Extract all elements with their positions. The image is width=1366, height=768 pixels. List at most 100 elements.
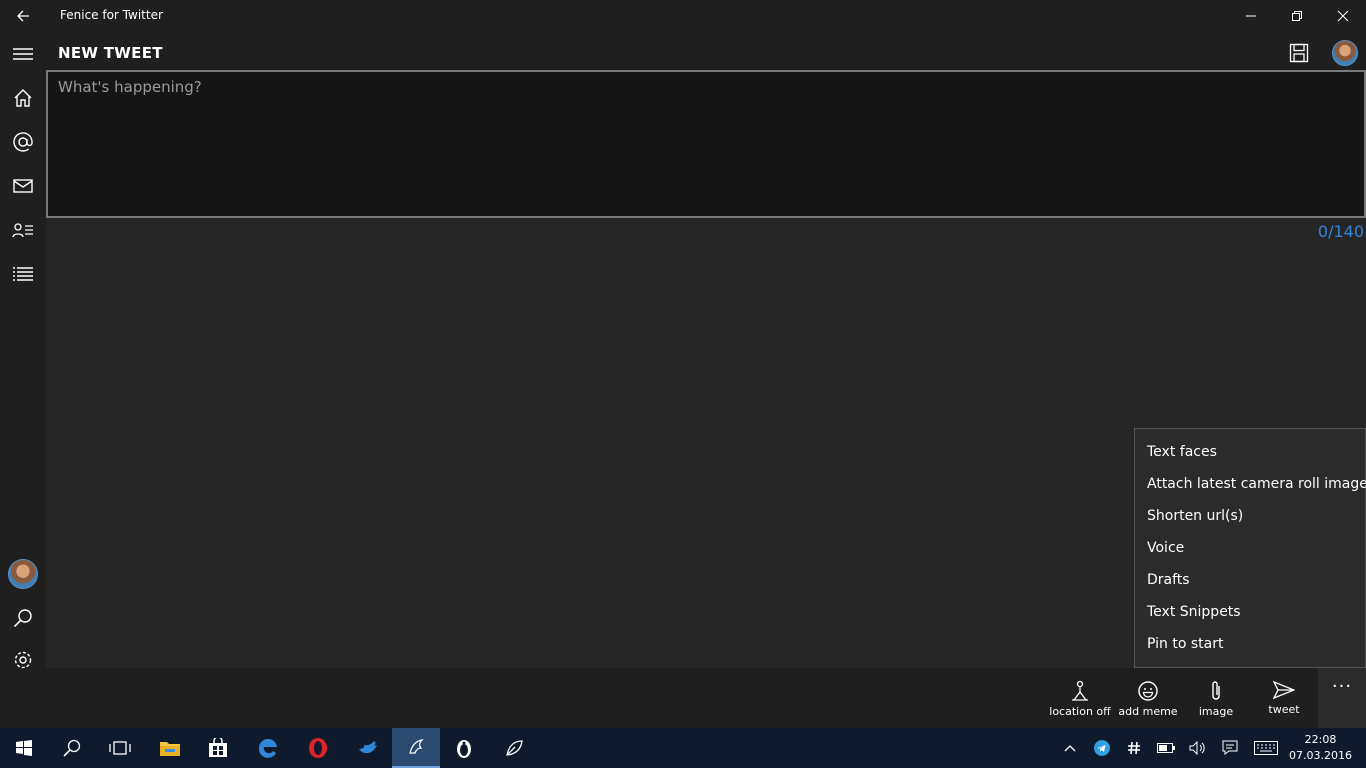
tray-slack[interactable] — [1118, 728, 1150, 768]
minimize-icon — [1246, 15, 1256, 17]
tweet-compose-box — [46, 70, 1366, 218]
menu-item-voice[interactable]: Voice — [1135, 531, 1365, 563]
task-view-button[interactable] — [96, 728, 144, 768]
sidebar-item-followers[interactable] — [0, 208, 46, 252]
restore-icon — [1292, 11, 1302, 21]
home-icon — [14, 89, 32, 107]
add-meme-label: add meme — [1118, 705, 1178, 718]
menu-item-text-faces[interactable]: Text faces — [1135, 435, 1365, 467]
hash-icon — [1128, 741, 1140, 755]
search-icon — [13, 609, 32, 628]
tray-volume[interactable] — [1182, 728, 1214, 768]
menu-item-pin-to-start[interactable]: Pin to start — [1135, 627, 1365, 659]
back-button[interactable] — [0, 0, 46, 32]
windows-taskbar: 22:08 07.03.2016 — [0, 728, 1366, 768]
taskbar-twitter-client[interactable] — [344, 728, 392, 768]
overflow-menu: Text faces Attach latest camera roll ima… — [1134, 428, 1366, 668]
battery-icon — [1157, 743, 1175, 753]
clock-date: 07.03.2016 — [1289, 749, 1352, 762]
send-icon — [1273, 680, 1295, 700]
menu-item-attach-camera-roll[interactable]: Attach latest camera roll image — [1135, 467, 1366, 499]
menu-item-shorten-urls[interactable]: Shorten url(s) — [1135, 499, 1365, 531]
sidebar-item-search[interactable] — [0, 596, 46, 640]
image-label: image — [1198, 705, 1234, 718]
save-icon — [1289, 43, 1309, 63]
sidebar-item-lists[interactable] — [0, 252, 46, 296]
tray-show-hidden[interactable] — [1054, 728, 1086, 768]
list-icon — [13, 267, 33, 281]
gear-icon — [14, 651, 32, 669]
tray-action-center[interactable] — [1214, 728, 1246, 768]
avatar — [1332, 40, 1358, 66]
menu-item-text-snippets[interactable]: Text Snippets — [1135, 595, 1365, 627]
windows-logo-icon — [16, 740, 32, 756]
title-bar: Fenice for Twitter — [0, 0, 1366, 32]
sidebar-profile-avatar[interactable] — [0, 552, 46, 596]
mail-icon — [13, 179, 33, 193]
edge-browser-icon — [258, 738, 277, 758]
location-button[interactable]: location off — [1046, 668, 1114, 728]
location-icon — [1072, 680, 1088, 701]
bird-icon — [359, 741, 377, 754]
character-counter: 0/140 — [1317, 222, 1364, 241]
sidebar — [0, 32, 46, 669]
hamburger-menu-button[interactable] — [0, 32, 46, 76]
clock-time: 22:08 — [1304, 733, 1337, 746]
taskbar-store[interactable] — [194, 728, 242, 768]
command-bar: location off add meme image tweet ··· — [46, 668, 1366, 728]
taskbar-app-leaf[interactable] — [490, 728, 538, 768]
menu-item-drafts[interactable]: Drafts — [1135, 563, 1365, 595]
penguin-icon — [457, 740, 471, 758]
page-title: NEW TWEET — [58, 44, 163, 62]
task-view-icon — [109, 741, 131, 755]
fenice-logo-icon — [409, 739, 424, 754]
sidebar-item-mentions[interactable] — [0, 120, 46, 164]
taskbar-edge[interactable] — [244, 728, 292, 768]
smiley-icon — [1138, 681, 1158, 701]
speaker-icon — [1189, 741, 1205, 755]
save-draft-button[interactable] — [1284, 38, 1314, 68]
at-sign-icon — [13, 132, 33, 152]
send-tweet-button[interactable]: tweet — [1250, 668, 1318, 728]
avatar — [8, 559, 38, 589]
close-icon — [1337, 10, 1349, 22]
hamburger-icon — [13, 48, 33, 60]
tray-telegram[interactable] — [1086, 728, 1118, 768]
taskbar-search-button[interactable] — [48, 728, 96, 768]
attach-image-button[interactable]: image — [1182, 668, 1250, 728]
paperclip-icon — [1212, 681, 1220, 700]
more-options-button[interactable]: ··· — [1318, 668, 1366, 728]
sidebar-item-messages[interactable] — [0, 164, 46, 208]
opera-browser-icon — [309, 738, 327, 758]
leaf-icon — [506, 740, 523, 756]
search-icon — [63, 739, 81, 757]
taskbar-file-explorer[interactable] — [146, 728, 194, 768]
tweet-text-input[interactable] — [58, 78, 1354, 210]
minimize-button[interactable] — [1228, 0, 1274, 32]
page-header: NEW TWEET — [46, 32, 1366, 72]
add-meme-button[interactable]: add meme — [1114, 668, 1182, 728]
back-arrow-icon — [17, 10, 29, 22]
taskbar-fenice-active[interactable] — [392, 728, 440, 768]
location-label: location off — [1049, 705, 1111, 718]
start-button[interactable] — [0, 728, 48, 768]
window-title: Fenice for Twitter — [60, 8, 163, 22]
tray-keyboard[interactable] — [1248, 728, 1284, 768]
folder-icon — [160, 742, 180, 756]
tweet-label: tweet — [1268, 703, 1300, 716]
notification-icon — [1222, 740, 1238, 755]
taskbar-clock[interactable]: 22:08 07.03.2016 — [1289, 732, 1352, 764]
taskbar-app-penguin[interactable] — [440, 728, 488, 768]
store-bag-icon — [209, 738, 227, 757]
restore-button[interactable] — [1274, 0, 1320, 32]
sidebar-item-home[interactable] — [0, 76, 46, 120]
close-button[interactable] — [1320, 0, 1366, 32]
taskbar-opera[interactable] — [294, 728, 342, 768]
people-list-icon — [12, 223, 33, 238]
sidebar-item-settings[interactable] — [0, 638, 46, 682]
tray-battery[interactable] — [1150, 728, 1182, 768]
keyboard-icon — [1254, 741, 1278, 755]
telegram-icon — [1094, 740, 1110, 756]
account-avatar-button[interactable] — [1330, 38, 1360, 68]
chevron-up-icon — [1064, 745, 1076, 752]
